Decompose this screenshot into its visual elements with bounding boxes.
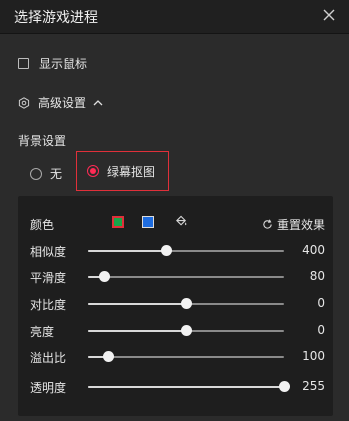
opacity-slider-fill (88, 386, 284, 388)
brightness-slider-fill (88, 330, 186, 332)
spill-label: 溢出比 (30, 351, 67, 365)
contrast-slider[interactable] (88, 298, 284, 309)
background-none-option[interactable]: 无 (30, 165, 62, 182)
blue-color-swatch[interactable] (142, 216, 154, 228)
spill-value: 100 (302, 349, 325, 363)
contrast-label: 对比度 (30, 298, 67, 312)
smoothness-slider-row: 平滑度 80 (30, 267, 325, 287)
close-icon (323, 9, 335, 21)
brightness-slider[interactable] (88, 325, 284, 336)
opacity-slider-thumb[interactable] (279, 381, 290, 392)
color-label: 颜色 (30, 218, 55, 232)
opacity-label: 透明度 (30, 381, 67, 395)
green-color-swatch[interactable] (112, 216, 124, 228)
contrast-slider-thumb[interactable] (181, 298, 192, 309)
background-none-label: 无 (50, 167, 63, 181)
similarity-label: 相似度 (30, 245, 67, 259)
smoothness-slider[interactable] (88, 271, 284, 282)
spill-slider-row: 溢出比 100 (30, 347, 325, 367)
brightness-label: 亮度 (30, 325, 55, 339)
contrast-slider-fill (88, 303, 186, 305)
similarity-slider-row: 相似度 400 (30, 241, 325, 261)
opacity-value: 255 (302, 379, 325, 393)
close-button[interactable] (319, 5, 339, 25)
brightness-value: 0 (317, 323, 325, 337)
contrast-slider-row: 对比度 0 (30, 294, 325, 314)
background-none-radio[interactable] (30, 167, 42, 180)
smoothness-label: 平滑度 (30, 271, 67, 285)
opacity-slider[interactable] (88, 381, 290, 392)
color-row: 颜色 重置效果 (30, 215, 325, 233)
show-cursor-option[interactable]: 显示鼠标 (18, 55, 87, 72)
background-settings-title: 背景设置 (18, 134, 67, 148)
hexagon-settings-icon (18, 96, 30, 109)
show-cursor-checkbox[interactable] (18, 58, 29, 69)
advanced-settings-toggle[interactable]: 高级设置 (18, 94, 104, 111)
similarity-slider-fill (88, 250, 167, 252)
reset-effects-button[interactable]: 重置效果 (262, 216, 325, 233)
similarity-slider-thumb[interactable] (161, 245, 173, 256)
spill-slider-thumb[interactable] (102, 351, 114, 362)
spill-slider[interactable] (88, 351, 284, 362)
opacity-slider-row: 透明度 255 (30, 377, 325, 397)
refresh-icon (263, 219, 272, 229)
chevron-up-icon (93, 99, 103, 105)
reset-effects-label: 重置效果 (276, 218, 325, 232)
background-green-label: 绿幕抠图 (107, 164, 156, 179)
show-cursor-label: 显示鼠标 (39, 57, 88, 71)
brightness-slider-row: 亮度 0 (30, 321, 325, 341)
similarity-value: 400 (302, 243, 325, 257)
title-bar: 选择游戏进程 (0, 0, 349, 34)
background-green-radio[interactable] (87, 165, 99, 177)
similarity-slider[interactable] (88, 245, 284, 256)
window-title: 选择游戏进程 (14, 10, 98, 26)
smoothness-value: 80 (309, 269, 325, 283)
advanced-settings-label: 高级设置 (38, 96, 87, 110)
brightness-slider-thumb[interactable] (181, 325, 192, 336)
paint-bucket-icon[interactable] (175, 215, 188, 228)
chroma-key-panel: 颜色 重置效果 相似度 400 平滑度 80 对比度 0 亮度 0 溢出比 100 透明度 255 (18, 196, 333, 416)
background-green-option[interactable]: 绿幕抠图 (76, 151, 169, 191)
smoothness-slider-thumb[interactable] (98, 271, 110, 282)
contrast-value: 0 (317, 296, 325, 310)
